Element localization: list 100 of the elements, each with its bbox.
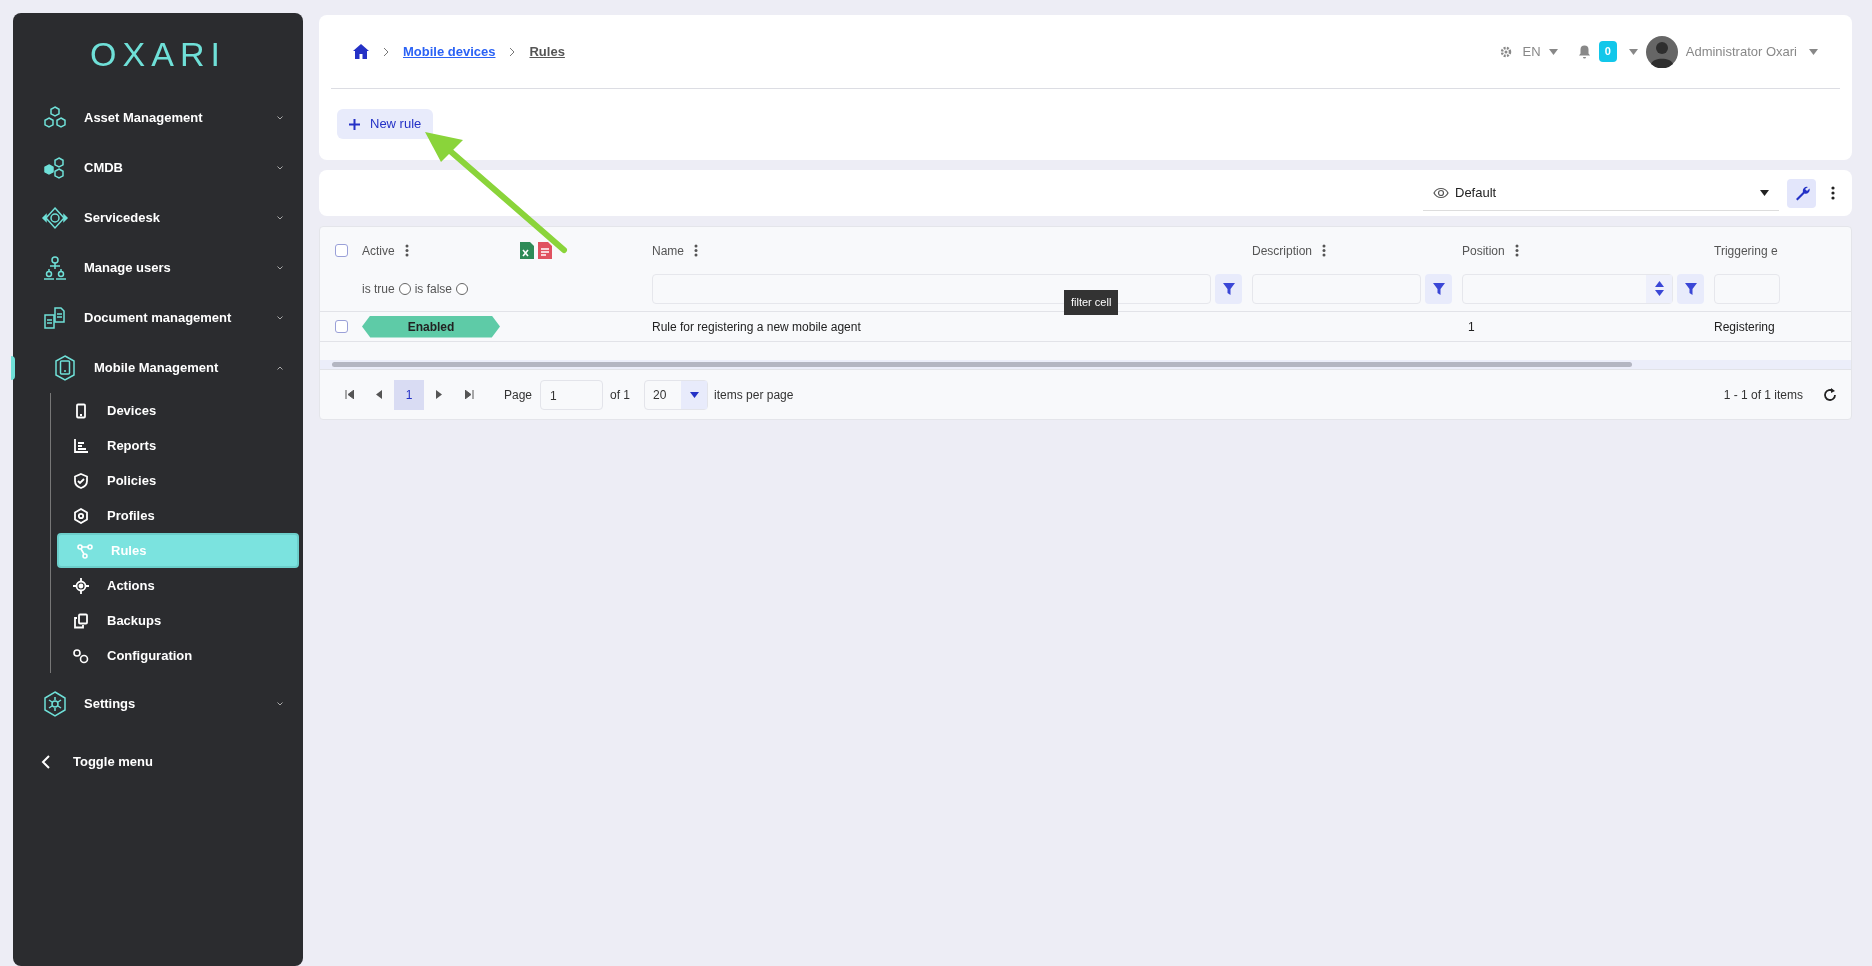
kebab-icon — [1831, 186, 1835, 200]
shield-icon — [73, 472, 89, 489]
caret-icon — [689, 391, 699, 398]
column-header[interactable]: Name — [652, 241, 684, 260]
sidebar-item[interactable]: Document management — [13, 293, 303, 343]
up-arrow-icon — [1654, 281, 1664, 287]
page-size-label: items per page — [714, 386, 795, 404]
nodes-icon — [77, 542, 93, 559]
copy-icon — [73, 612, 89, 629]
checkbox[interactable] — [334, 320, 348, 333]
down-arrow-icon — [1654, 290, 1664, 296]
sidebar-item[interactable]: Mobile Management — [13, 343, 303, 393]
first-page-icon — [344, 390, 354, 399]
tooltip: filter cell — [1064, 290, 1119, 315]
filter-label: is true — [362, 280, 395, 298]
kebab-icon — [1322, 244, 1327, 257]
table-cell: Registering — [1714, 319, 1775, 334]
sidebar-subitem[interactable]: Policies — [71, 463, 299, 498]
sidebar-item[interactable]: Manage users — [13, 243, 303, 293]
phone-icon — [53, 354, 77, 382]
refresh-button[interactable] — [1823, 387, 1837, 402]
breadcrumb-link[interactable]: Rules — [529, 41, 565, 62]
user-menu[interactable]: Administrator Oxari — [1645, 35, 1818, 68]
filter-button[interactable] — [1215, 273, 1242, 304]
kebab-icon — [404, 244, 409, 257]
column-header[interactable]: Triggering e — [1714, 241, 1778, 260]
sidebar-item[interactable]: Servicedesk — [13, 193, 303, 243]
caret-icon — [1548, 48, 1558, 55]
pdf-file-icon — [538, 242, 552, 259]
phone-icon — [73, 402, 89, 419]
items-summary: 1 - 1 of 1 items — [1723, 386, 1803, 404]
next-page-icon — [436, 390, 442, 399]
column-header[interactable]: Description — [1252, 241, 1313, 260]
filter-icon — [1222, 282, 1235, 295]
people-icon — [42, 255, 68, 281]
page-number-button[interactable]: 1 — [394, 379, 424, 410]
gear-icon — [42, 690, 68, 718]
filter-label: is false — [414, 280, 453, 298]
number-spinner[interactable] — [1646, 274, 1672, 303]
target-icon — [73, 577, 89, 594]
table-cell: Rule for registering a new mobile agent — [652, 319, 861, 334]
settings-icon — [1498, 44, 1513, 59]
sidebar-subitem[interactable]: Reports — [71, 428, 299, 463]
new-rule-button[interactable]: New rule — [337, 109, 434, 139]
spreadsheet-icon — [520, 242, 534, 259]
kebab-icon — [1514, 244, 1519, 257]
more-options-button[interactable] — [1830, 186, 1836, 200]
column-header[interactable]: Active — [362, 241, 395, 260]
notification-badge: 0 — [1598, 41, 1617, 62]
sidebar-subitem[interactable]: Configuration — [71, 638, 299, 673]
radio-button[interactable] — [398, 282, 411, 295]
caret-icon — [1809, 48, 1818, 55]
hexagons-icon — [42, 105, 68, 131]
filter-icon — [1432, 282, 1445, 295]
eye-icon — [1433, 186, 1449, 199]
filter-button[interactable] — [1677, 273, 1704, 304]
status-badge: Enabled — [362, 315, 500, 338]
bell-icon — [1577, 44, 1591, 59]
filter-input[interactable] — [652, 273, 1211, 304]
refresh-icon — [1823, 387, 1837, 402]
page-input[interactable]: 1 — [540, 379, 604, 410]
home-icon — [353, 44, 369, 59]
table-cell: 1 — [1468, 319, 1475, 334]
logo: OXARI — [89, 37, 227, 71]
avatar-icon — [1645, 35, 1678, 68]
caret-icon — [1628, 48, 1638, 55]
checkbox[interactable] — [334, 244, 348, 257]
previous-page-icon — [376, 390, 382, 399]
radio-button[interactable] — [456, 282, 469, 295]
last-page-icon — [464, 390, 474, 399]
page-label: Page — [504, 386, 533, 404]
sidebar-item[interactable]: Settings — [13, 679, 303, 729]
sidebar-subitem[interactable]: Devices — [71, 393, 299, 428]
sidebar-subitem[interactable]: Backups — [71, 603, 299, 638]
view-dropdown[interactable]: Default — [1423, 175, 1779, 211]
headset-icon — [41, 205, 69, 231]
bar-chart-icon — [73, 437, 89, 454]
column-header[interactable]: Position — [1462, 241, 1505, 260]
kebab-icon — [694, 244, 698, 257]
horizontal-scrollbar[interactable] — [320, 360, 1851, 369]
sidebar-subitem[interactable]: Actions — [71, 568, 299, 603]
filter-input[interactable] — [1462, 273, 1673, 304]
gear-icon — [73, 507, 89, 524]
sidebar-item[interactable]: CMDB — [13, 143, 303, 193]
documents-icon — [42, 305, 68, 331]
plus-icon — [349, 118, 360, 130]
language-dropdown[interactable]: EN — [1522, 41, 1558, 62]
page-size-dropdown[interactable]: 20 — [644, 379, 709, 410]
chevron-right-icon — [509, 46, 516, 57]
caret-icon — [1760, 189, 1769, 196]
page-total: of 1 — [610, 386, 631, 404]
chevron-left-icon — [41, 755, 51, 769]
filter-icon — [1684, 282, 1697, 295]
sidebar-item[interactable]: Asset Management — [13, 93, 303, 143]
sidebar-subitem[interactable]: Profiles — [71, 498, 299, 533]
filter-button[interactable] — [1425, 273, 1452, 304]
toggle-menu-button[interactable]: Toggle menu — [13, 737, 303, 787]
breadcrumb-link[interactable]: Mobile devices — [403, 41, 496, 62]
chevron-right-icon — [383, 46, 389, 57]
settings-button[interactable] — [1787, 178, 1816, 208]
